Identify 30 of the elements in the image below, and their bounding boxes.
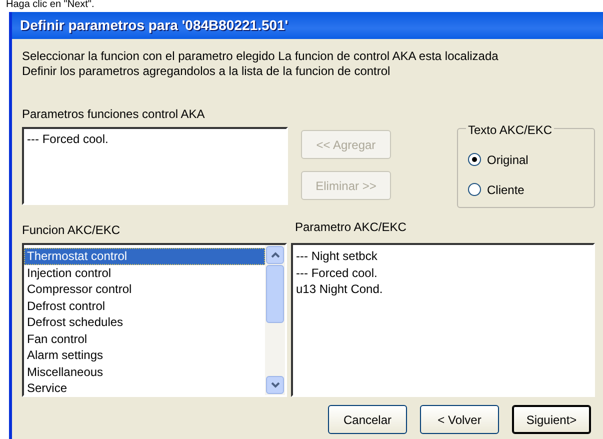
cancel-button[interactable]: Cancelar bbox=[328, 405, 407, 434]
list-item[interactable]: Service bbox=[24, 380, 265, 395]
list-item[interactable]: --- Forced cool. bbox=[24, 131, 286, 148]
instruction-text: Definir los parametros agregandolos a la lista de la funcion de control bbox=[22, 64, 392, 79]
list-item[interactable]: u13 Night Cond. bbox=[293, 281, 593, 298]
list-item[interactable]: Miscellaneous bbox=[24, 364, 265, 380]
window-title: Definir parametros para '084B80221.501' bbox=[12, 12, 603, 39]
list-label: Parametros funciones control AKA bbox=[22, 107, 206, 121]
list-label: Parametro AKC/EKC bbox=[295, 220, 406, 236]
instruction-text: Seleccionar la funcion con el parametro elegido La funcion de control AKA esta localizada bbox=[22, 49, 500, 64]
back-button[interactable]: < Volver bbox=[420, 405, 499, 434]
list-item[interactable]: Fan control bbox=[24, 330, 265, 347]
list-label: Funcion AKC/EKC bbox=[22, 223, 122, 237]
list-item[interactable]: Defrost schedules bbox=[24, 314, 265, 330]
parameter-list[interactable]: --- Forced cool. bbox=[22, 127, 288, 205]
list-item[interactable]: --- Night setbck bbox=[293, 248, 593, 264]
list-item[interactable]: Thermostat control bbox=[24, 248, 265, 264]
list-item[interactable]: Compressor control bbox=[24, 281, 265, 298]
radio-label[interactable]: Original bbox=[487, 150, 528, 168]
radio-label[interactable]: Cliente bbox=[487, 180, 524, 198]
list-item[interactable]: Defrost control bbox=[24, 298, 265, 314]
radio-option[interactable]: Cliente bbox=[468, 182, 584, 197]
list-item[interactable]: Alarm settings bbox=[24, 347, 265, 364]
list-item[interactable]: --- Forced cool. bbox=[293, 264, 593, 281]
parameter-list[interactable]: --- Night setbck --- Forced cool. u13 Night Cond. bbox=[291, 243, 595, 397]
list-item[interactable]: Injection control bbox=[24, 264, 265, 281]
function-list[interactable]: Thermostat control Injection control Compressor control Defrost control Defrost schedules Fan control Alarm settings Miscellaneous Service bbox=[22, 243, 287, 397]
next-button[interactable]: Siguient> bbox=[512, 405, 591, 434]
background-text: Haga clic en "Next". bbox=[5, 0, 96, 12]
radio-option[interactable]: Original bbox=[468, 152, 584, 167]
